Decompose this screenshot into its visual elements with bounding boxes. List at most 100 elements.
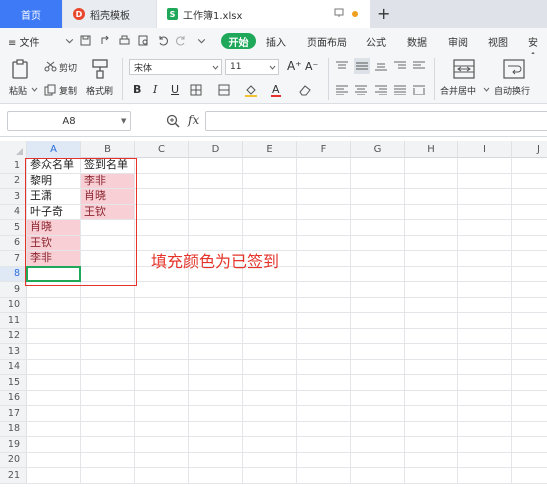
cell-e5[interactable] [243,220,297,236]
cell-d21[interactable] [189,468,243,484]
cell-f5[interactable] [297,220,351,236]
merge-center-icon[interactable] [453,59,475,79]
cell-c15[interactable] [135,375,189,391]
scissors-icon[interactable] [44,61,57,72]
row-header-5[interactable]: 5 [0,220,27,236]
column-header-e[interactable]: E [243,141,297,158]
cell-g5[interactable] [351,220,405,236]
cell-a15[interactable] [27,375,81,391]
cell-i11[interactable] [458,313,512,329]
chevron-down-icon[interactable] [269,64,276,71]
column-header-b[interactable]: B [81,141,135,158]
cell-j6[interactable] [512,236,547,251]
cell-h9[interactable] [405,282,458,298]
cell-a17[interactable] [27,406,81,422]
paste-icon[interactable] [10,58,32,80]
cell-g10[interactable] [351,297,405,313]
print-icon[interactable] [119,35,130,46]
cell-f12[interactable] [297,328,351,344]
cell-f3[interactable] [297,189,351,205]
align-left-icon[interactable] [336,85,348,95]
cell-f20[interactable] [297,452,351,468]
cell-j3[interactable] [512,189,547,205]
cell-b15[interactable] [81,375,135,391]
cell-f15[interactable] [297,375,351,391]
cell-j8[interactable] [512,267,547,282]
cell-d16[interactable] [189,390,243,406]
row-header-13[interactable]: 13 [0,344,27,360]
border-icon[interactable] [190,84,202,96]
cell-c10[interactable] [135,297,189,313]
formula-input[interactable] [205,111,547,131]
cell-i20[interactable] [458,452,512,468]
row-header-12[interactable]: 12 [0,328,27,344]
row-header-10[interactable]: 10 [0,297,27,313]
cell-b17[interactable] [81,406,135,422]
cell-e12[interactable] [243,328,297,344]
cell-d3[interactable] [189,189,243,205]
tab-workbook[interactable]: S 工作簿1.xlsx [157,0,370,28]
cell-b11[interactable] [81,313,135,329]
cell-f14[interactable] [297,359,351,375]
cell-i12[interactable] [458,328,512,344]
cell-i7[interactable] [458,251,512,267]
column-header-d[interactable]: D [189,141,243,158]
cell-h14[interactable] [405,359,458,375]
cell-c11[interactable] [135,313,189,329]
fill-color-icon[interactable] [244,83,258,97]
cell-e4[interactable] [243,204,297,220]
cell-f10[interactable] [297,297,351,313]
decrease-font-icon[interactable]: A⁻ [305,60,318,73]
cell-h2[interactable] [405,173,458,189]
cell-j5[interactable] [512,220,547,236]
cell-style-icon[interactable] [218,84,230,96]
auto-wrap-button[interactable]: 自动换行 [494,84,530,97]
selected-cell[interactable] [26,265,81,282]
cell-c1[interactable] [135,158,189,174]
cell-j1[interactable] [512,158,547,174]
cell-a14[interactable] [27,359,81,375]
column-header-c[interactable]: C [135,141,189,158]
cell-g9[interactable] [351,282,405,298]
column-header-h[interactable]: H [405,141,458,158]
cell-j19[interactable] [512,437,547,453]
zoom-icon[interactable] [166,114,180,128]
row-header-15[interactable]: 15 [0,375,27,391]
cell-g4[interactable] [351,204,405,220]
cell-i3[interactable] [458,189,512,205]
cell-f16[interactable] [297,390,351,406]
cell-h7[interactable] [405,251,458,267]
spreadsheet-grid[interactable]: ABCDEFGHIJ 1 参众名单 签到名单 2 黎明 李非 3 王潇 肖晓 4 叶子奇 王钦 5 肖晓 6… [0,141,547,487]
menu-page-layout[interactable]: 页面布局 [307,34,347,49]
cell-a19[interactable] [27,437,81,453]
cell-d17[interactable] [189,406,243,422]
cell-c2[interactable] [135,173,189,189]
row-header-4[interactable]: 4 [0,204,27,220]
cell-e13[interactable] [243,344,297,360]
cell-b12[interactable] [81,328,135,344]
format-painter-icon[interactable] [90,58,110,80]
name-box[interactable]: A8 [7,111,131,131]
screen-icon[interactable] [334,8,344,18]
row-header-14[interactable]: 14 [0,359,27,375]
cell-g21[interactable] [351,468,405,484]
cell-a10[interactable] [27,297,81,313]
cell-h10[interactable] [405,297,458,313]
cell-f4[interactable] [297,204,351,220]
quick-access-dropdown-icon[interactable] [196,35,207,46]
cell-c14[interactable] [135,359,189,375]
cell-h21[interactable] [405,468,458,484]
row-header-17[interactable]: 17 [0,406,27,422]
cell-j14[interactable] [512,360,547,375]
cell-h6[interactable] [405,235,458,251]
cell-f2[interactable] [297,173,351,189]
cell-i21[interactable] [458,468,512,484]
cell-j9[interactable] [512,282,547,298]
cell-i4[interactable] [458,204,512,220]
indent-icon[interactable] [413,61,425,71]
cell-a20[interactable] [27,452,81,468]
column-header-j[interactable]: J [512,141,547,158]
row-header-1[interactable]: 1 [0,158,27,174]
cell-a11[interactable] [27,313,81,329]
column-header-i[interactable]: I [458,141,512,158]
